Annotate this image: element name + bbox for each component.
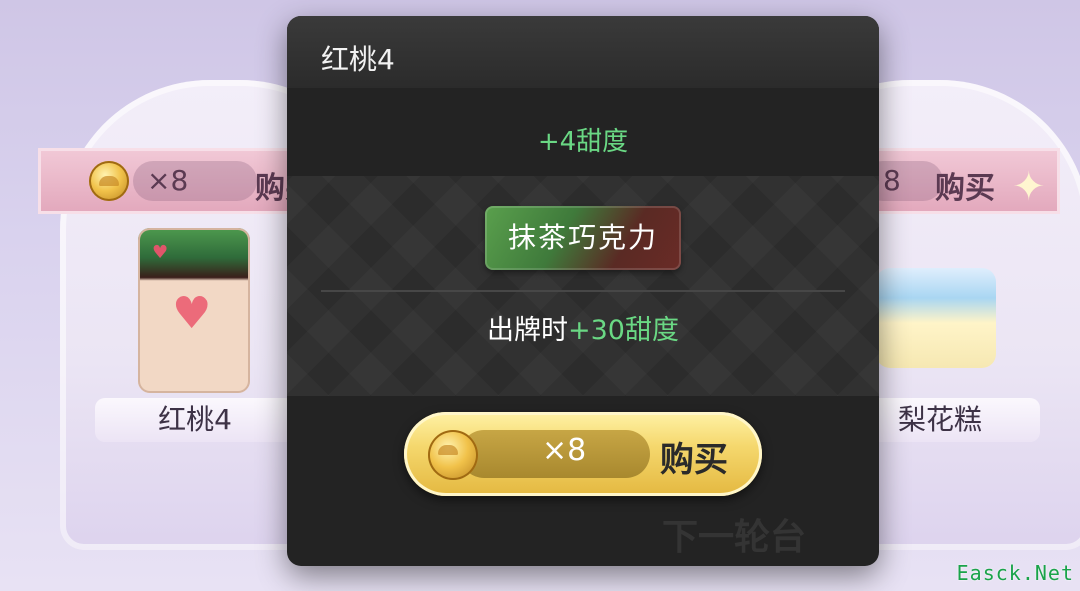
effect-prefix: 出牌时: [487, 315, 568, 346]
watermark: Easck.Net: [956, 561, 1074, 585]
coin-icon: [89, 161, 129, 201]
buy-right-button[interactable]: 购买: [935, 163, 995, 207]
modal-header: 红桃4: [287, 16, 879, 88]
divider: [321, 290, 845, 292]
coin-icon: [428, 430, 478, 480]
background-label: 下一轮台: [662, 517, 807, 558]
card-rank-icon: ♥: [152, 242, 169, 263]
heart-card-art: ♥ ♥: [138, 228, 250, 393]
buy-label: 购买: [660, 440, 728, 480]
effect-value: +30甜度: [568, 315, 679, 346]
flavor-tag[interactable]: 抹茶巧克力: [485, 206, 681, 270]
cake-art: [876, 268, 996, 368]
item-detail-modal: 红桃4 +4甜度 抹茶巧克力 出牌时+30甜度 下一轮台 ×8 购买: [287, 16, 879, 566]
buy-quantity: ×8: [542, 433, 587, 468]
sparkle-icon: ✦: [1012, 164, 1046, 210]
left-card-name: 红桃4: [95, 398, 295, 442]
play-effect: 出牌时+30甜度: [287, 308, 879, 347]
price-left: ×8: [133, 161, 257, 201]
modal-title: 红桃4: [321, 43, 395, 76]
sweetness-bonus: +4甜度: [537, 127, 629, 157]
buy-button[interactable]: ×8 购买: [404, 412, 762, 496]
heart-icon: ♥: [172, 288, 212, 339]
